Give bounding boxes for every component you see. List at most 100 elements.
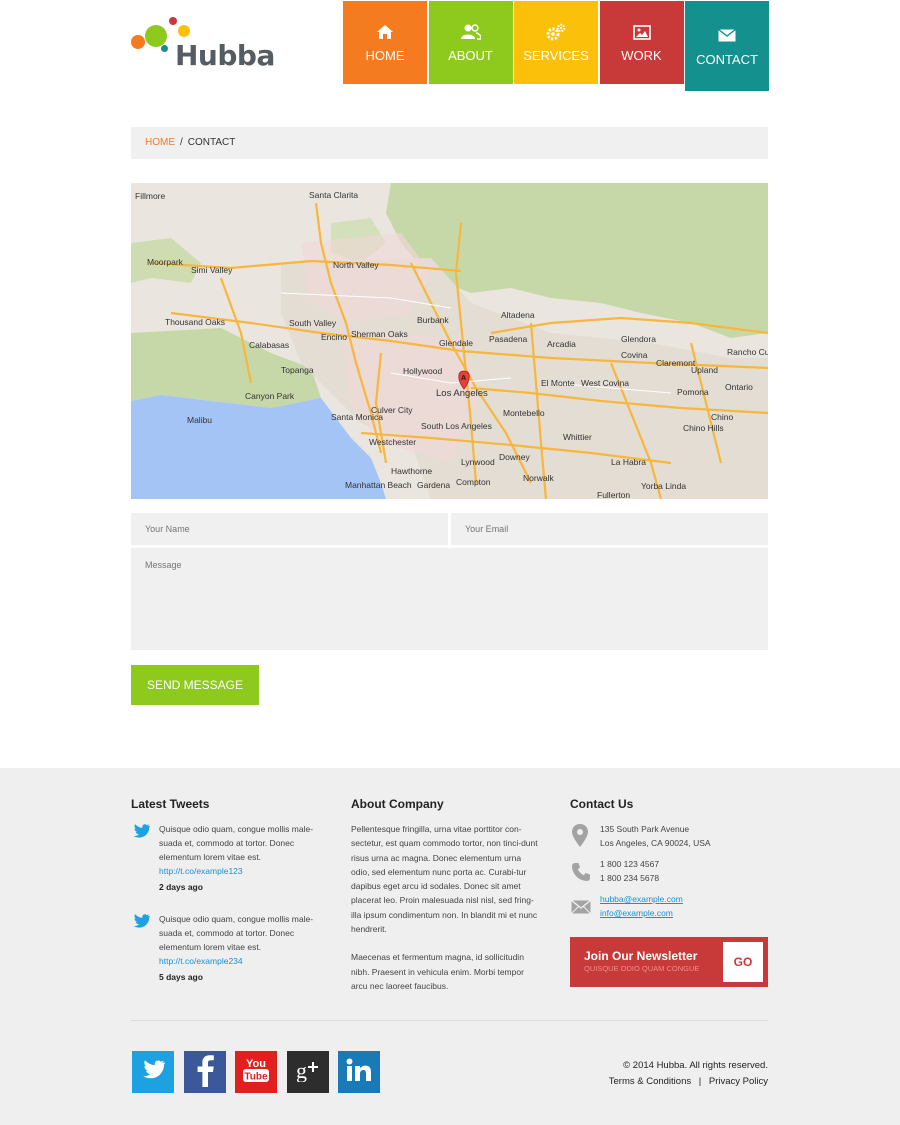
map-label: Compton [456,477,491,487]
map-label: Claremont [656,358,696,368]
map-label: Hawthorne [391,466,432,476]
envelope-icon [717,26,737,46]
tweets-title: Latest Tweets [131,797,210,811]
contact-address: 135 South Park Avenue Los Angeles, CA 90… [600,822,711,850]
svg-text:g: g [296,1058,307,1082]
map-label: Westchester [369,437,416,447]
map-label: Rancho Cucamonga [727,347,768,357]
nav-contact[interactable]: CONTACT [685,1,769,91]
map-label: Pasadena [489,334,528,344]
map-label: Montebello [503,408,545,418]
map-label: Canyon Park [245,391,295,401]
map[interactable]: Santa Clarita Fillmore Moorpark Simi Val… [131,183,768,499]
map-label: Glendora [621,334,656,344]
twitter-bird-icon [132,824,151,838]
map-label: Gardena [417,480,450,490]
terms-link[interactable]: Terms & Conditions [609,1076,691,1087]
email-input[interactable] [451,513,768,545]
map-label: Thousand Oaks [165,317,225,327]
tweet-link[interactable]: http://t.co/example234 [159,954,324,968]
nav-work[interactable]: WORK [599,1,684,84]
about-paragraph: Pellentesque fringilla, urna vitae portt… [351,824,538,935]
map-label: Lynwood [461,457,495,467]
nav-services-label: SERVICES [523,48,589,63]
map-label: Downey [499,452,530,462]
newsletter-box: Join Our Newsletter QUISQUE ODIO QUAM CO… [570,937,768,987]
privacy-link[interactable]: Privacy Policy [709,1076,768,1087]
email-link[interactable]: info@example.com [600,906,683,920]
map-label: Los Angeles [436,388,488,399]
map-label: Whittier [563,432,592,442]
svg-text:Tube: Tube [244,1071,268,1082]
logo[interactable]: Hubba [131,17,275,72]
logo-dot-orange [131,35,145,49]
breadcrumb-home[interactable]: HOME [145,137,175,148]
about-text: Pellentesque fringilla, urna vitae portt… [351,822,541,993]
map-label: Chino [711,412,733,422]
tweet-link[interactable]: http://t.co/example123 [159,864,324,878]
map-marker-label: A [461,375,466,382]
logo-wordmark: Hubba [175,39,275,72]
tweet-time: 5 days ago [159,972,203,982]
facebook-button[interactable] [184,1051,226,1093]
map-label: La Habra [611,457,646,467]
tweet-item: Quisque odio quam, congue mollis male-su… [159,912,324,984]
name-input[interactable] [131,513,448,545]
map-label: Norwalk [523,473,554,483]
breadcrumb-separator: / [180,137,183,148]
copyright-text: © 2014 Hubba. All rights reserved. [623,1060,768,1071]
map-label: Fullerton [597,490,630,499]
contact-title: Contact Us [570,797,634,811]
twitter-bird-icon [132,914,151,928]
map-label: Arcadia [547,339,576,349]
home-icon [375,22,395,42]
map-label: Burbank [417,315,449,325]
send-message-button[interactable]: SEND MESSAGE [131,665,259,705]
about-paragraph: Maecenas et fermentum magna, id sollicit… [351,952,524,991]
footer-links: Terms & Conditions | Privacy Policy [609,1074,768,1090]
image-icon [632,22,652,42]
users-icon [460,22,481,42]
map-label: South Valley [289,318,337,328]
nav-services[interactable]: SERVICES [514,1,598,84]
map-label: Culver City [371,405,413,415]
phone-number: 1 800 123 4567 [600,859,660,869]
mail-icon [571,899,591,919]
google-plus-icon: g [294,1058,322,1087]
linkedin-button[interactable] [338,1051,380,1093]
tweet-item: Quisque odio quam, congue mollis male-su… [159,822,324,894]
nav-about[interactable]: ABOUT [428,1,513,84]
map-label: Moorpark [147,257,184,267]
address-line: Los Angeles, CA 90024, USA [600,838,711,848]
map-label: Malibu [187,415,212,425]
phone-icon [571,862,591,887]
map-label: Sherman Oaks [351,329,408,339]
location-pin-icon [571,824,589,853]
newsletter-go-button[interactable]: GO [723,942,763,982]
google-plus-button[interactable]: g [287,1051,329,1093]
twitter-button[interactable] [132,1051,174,1093]
logo-dot-red [169,17,177,25]
breadcrumb-current: CONTACT [187,137,236,148]
svg-text:You: You [246,1058,266,1070]
about-title: About Company [351,797,444,811]
map-label: Pomona [677,387,709,397]
breadcrumb: HOME / CONTACT [131,127,768,159]
map-label: Covina [621,350,648,360]
map-label: Encino [321,332,347,342]
map-label: South Los Angeles [421,421,492,431]
address-line: 135 South Park Avenue [600,824,690,834]
youtube-button[interactable]: You Tube [235,1051,277,1093]
map-label: Fillmore [135,191,165,201]
message-textarea[interactable] [131,548,768,650]
tweet-text: Quisque odio quam, congue mollis male-su… [159,914,314,952]
email-link[interactable]: hubba@example.com [600,892,683,906]
map-canvas[interactable]: Santa Clarita Fillmore Moorpark Simi Val… [131,183,768,499]
nav-home[interactable]: HOME [343,1,427,84]
main-nav: HOME ABOUT SERVICES WORK CONTACT [343,1,771,91]
gears-icon [546,22,566,42]
newsletter-title: Join Our Newsletter [584,949,698,963]
nav-contact-label: CONTACT [696,51,758,67]
map-label: Glendale [439,338,473,348]
nav-about-label: ABOUT [448,48,493,63]
